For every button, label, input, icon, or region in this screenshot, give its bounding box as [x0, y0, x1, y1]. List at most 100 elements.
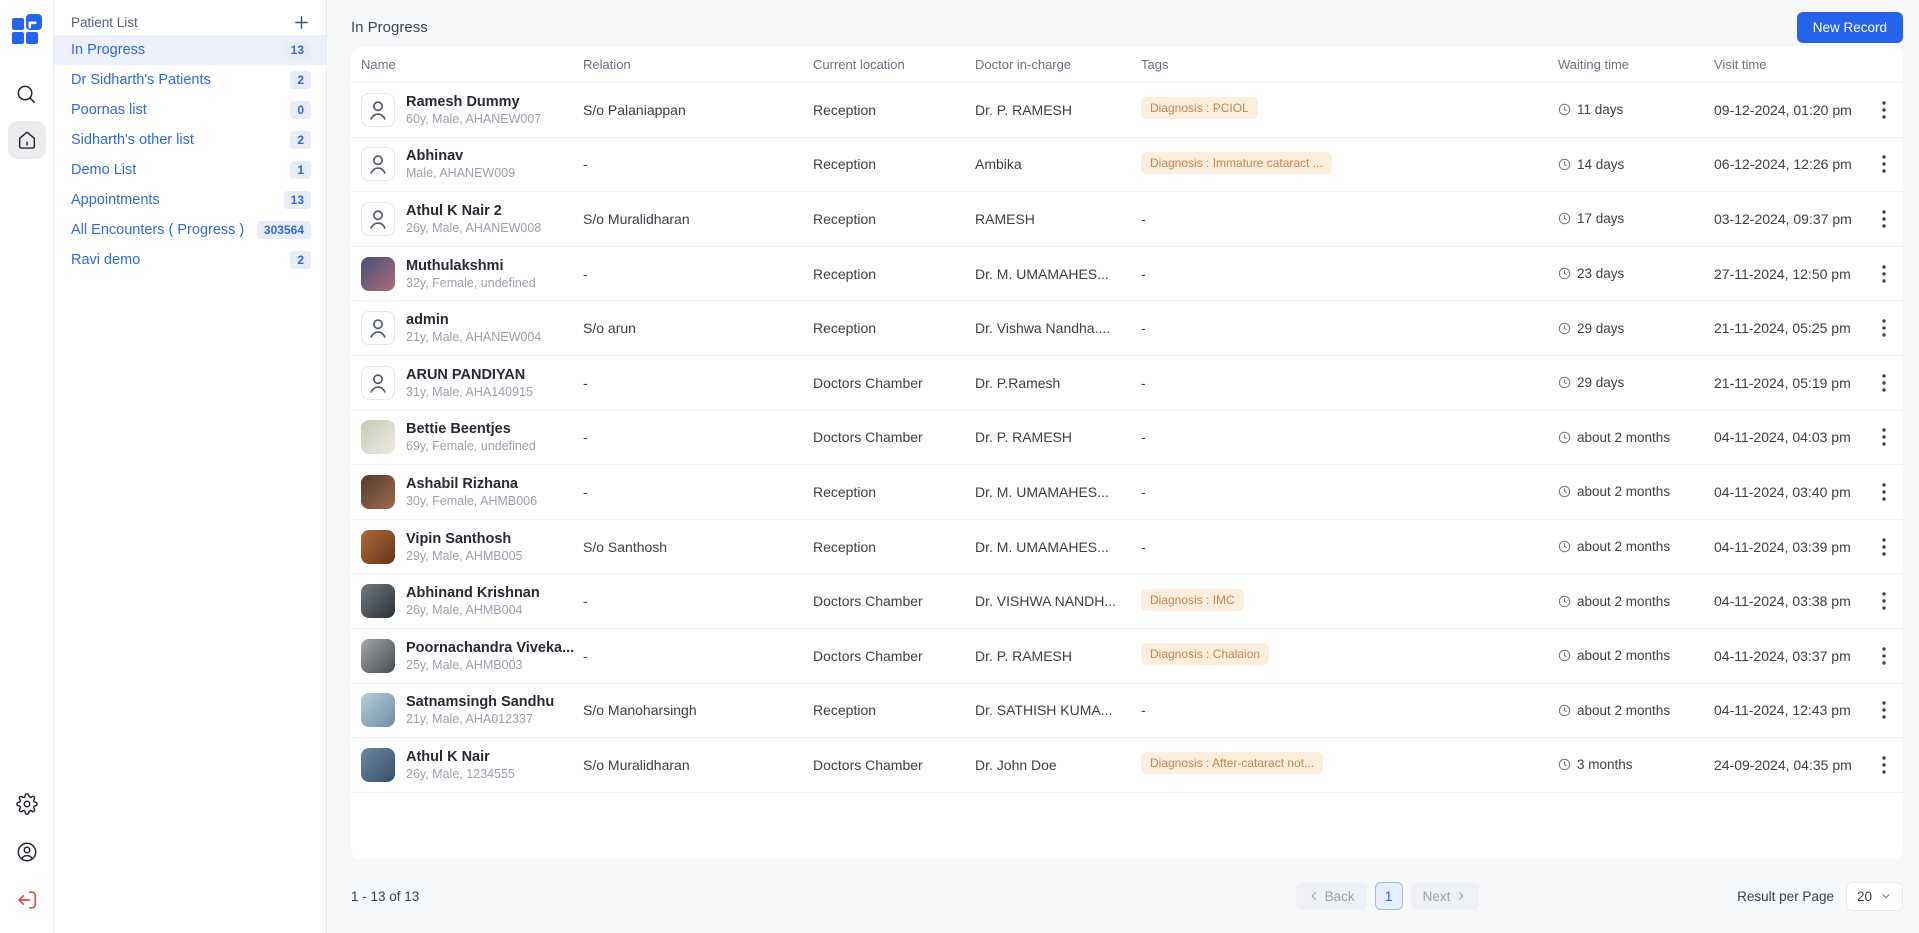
- row-menu-kebab-icon[interactable]: [1875, 697, 1893, 723]
- search-icon[interactable]: [8, 75, 46, 113]
- doctor-cell: Dr. P.Ramesh: [975, 375, 1141, 391]
- row-menu-kebab-icon[interactable]: [1875, 97, 1893, 123]
- relation-cell: -: [583, 429, 813, 445]
- patient-avatar: [361, 639, 395, 673]
- patient-row[interactable]: ARUN PANDIYAN 31y, Male, AHA140915 - Doc…: [351, 356, 1903, 411]
- patient-row[interactable]: Athul K Nair 26y, Male, 1234555 S/o Mura…: [351, 738, 1903, 793]
- relation-cell: -: [583, 484, 813, 500]
- patient-avatar: [361, 693, 395, 727]
- profile-icon[interactable]: [8, 833, 46, 871]
- visit-time-cell: 21-11-2024, 05:19 pm: [1714, 375, 1866, 391]
- row-menu-kebab-icon[interactable]: [1875, 151, 1893, 177]
- main-content: In Progress New Record Name Relation Cur…: [327, 0, 1919, 933]
- patient-meta: 21y, Male, AHA012337: [406, 712, 554, 726]
- patient-row[interactable]: Satnamsingh Sandhu 21y, Male, AHA012337 …: [351, 684, 1903, 739]
- patient-row[interactable]: Abhinand Krishnan 26y, Male, AHMB004 - D…: [351, 574, 1903, 629]
- patient-meta: 21y, Male, AHANEW004: [406, 330, 541, 344]
- row-menu-kebab-icon[interactable]: [1875, 206, 1893, 232]
- patient-name: Athul K Nair: [406, 749, 515, 765]
- patient-row[interactable]: Poornachandra Viveka... 25y, Male, AHMB0…: [351, 629, 1903, 684]
- add-list-button[interactable]: [291, 12, 311, 32]
- visit-time-cell: 06-12-2024, 12:26 pm: [1714, 156, 1866, 172]
- home-button[interactable]: [8, 121, 46, 159]
- waiting-time-cell: 23 days: [1558, 266, 1714, 281]
- relation-cell: -: [583, 593, 813, 609]
- clock-icon: [1558, 540, 1571, 553]
- waiting-time-cell: 29 days: [1558, 375, 1714, 390]
- column-header-relation: Relation: [583, 57, 813, 72]
- clock-icon: [1558, 485, 1571, 498]
- patient-table-card: Name Relation Current location Doctor in…: [351, 47, 1903, 859]
- patient-row[interactable]: Vipin Santhosh 29y, Male, AHMB005 S/o Sa…: [351, 520, 1903, 575]
- doctor-cell: RAMESH: [975, 211, 1141, 227]
- waiting-time-cell: about 2 months: [1558, 648, 1714, 663]
- patient-name: Abhinand Krishnan: [406, 585, 540, 601]
- sidebar-list-item[interactable]: In Progress 13: [54, 35, 326, 65]
- page-number-button[interactable]: 1: [1375, 882, 1403, 910]
- patient-row[interactable]: Ramesh Dummy 60y, Male, AHANEW007 S/o Pa…: [351, 83, 1903, 138]
- row-menu-kebab-icon[interactable]: [1875, 643, 1893, 669]
- doctor-cell: Dr. Vishwa Nandha....: [975, 320, 1141, 336]
- waiting-time-cell: 29 days: [1558, 321, 1714, 336]
- row-menu-kebab-icon[interactable]: [1875, 752, 1893, 778]
- patient-meta: 25y, Male, AHMB003: [406, 658, 574, 672]
- patient-name: Satnamsingh Sandhu: [406, 694, 554, 710]
- sidebar-list-item[interactable]: Demo List 1: [54, 155, 326, 185]
- relation-cell: S/o Muralidharan: [583, 757, 813, 773]
- tags-cell: -: [1141, 539, 1558, 555]
- next-button[interactable]: Next: [1411, 883, 1480, 910]
- sidebar-item-count-badge: 13: [284, 191, 311, 209]
- sidebar-item-count-badge: 2: [290, 71, 311, 89]
- sidebar-list-item[interactable]: All Encounters ( Progress ) 303564: [54, 215, 326, 245]
- tags-cell: -: [1141, 429, 1558, 445]
- clock-icon: [1558, 212, 1571, 225]
- patient-row[interactable]: Abhinav Male, AHANEW009 - Reception Ambi…: [351, 138, 1903, 193]
- patient-meta: Male, AHANEW009: [406, 166, 515, 180]
- sidebar-list-item[interactable]: Poornas list 0: [54, 95, 326, 125]
- patient-meta: 26y, Male, 1234555: [406, 767, 515, 781]
- sidebar-list-item[interactable]: Appointments 13: [54, 185, 326, 215]
- doctor-cell: Dr. M. UMAMAHES...: [975, 266, 1141, 282]
- visit-time-cell: 04-11-2024, 12:43 pm: [1714, 702, 1866, 718]
- location-cell: Reception: [813, 320, 975, 336]
- tags-cell: -: [1141, 320, 1558, 336]
- row-menu-kebab-icon[interactable]: [1875, 479, 1893, 505]
- tags-cell: Diagnosis : Immature cataract ...: [1141, 152, 1558, 177]
- back-button[interactable]: Back: [1296, 883, 1367, 910]
- doctor-cell: Dr. John Doe: [975, 757, 1141, 773]
- logout-icon[interactable]: [8, 881, 46, 919]
- patient-avatar: [361, 530, 395, 564]
- tags-cell: -: [1141, 266, 1558, 282]
- row-menu-kebab-icon[interactable]: [1875, 315, 1893, 341]
- patient-row[interactable]: Muthulakshmi 32y, Female, undefined - Re…: [351, 247, 1903, 302]
- location-cell: Doctors Chamber: [813, 757, 975, 773]
- row-menu-kebab-icon[interactable]: [1875, 588, 1893, 614]
- clock-icon: [1558, 758, 1571, 771]
- doctor-cell: Ambika: [975, 156, 1141, 172]
- row-menu-kebab-icon[interactable]: [1875, 534, 1893, 560]
- sidebar-list-item[interactable]: Dr Sidharth's Patients 2: [54, 65, 326, 95]
- tags-cell: Diagnosis : PCIOL: [1141, 97, 1558, 122]
- row-menu-kebab-icon[interactable]: [1875, 261, 1893, 287]
- relation-cell: S/o Muralidharan: [583, 211, 813, 227]
- relation-cell: S/o Santhosh: [583, 539, 813, 555]
- row-menu-kebab-icon[interactable]: [1875, 370, 1893, 396]
- patient-row[interactable]: Ashabil Rizhana 30y, Female, AHMB006 - R…: [351, 465, 1903, 520]
- patient-row[interactable]: Bettie Beentjes 69y, Female, undefined -…: [351, 411, 1903, 466]
- patient-row[interactable]: admin 21y, Male, AHANEW004 S/o arun Rece…: [351, 301, 1903, 356]
- location-cell: Reception: [813, 211, 975, 227]
- patient-meta: 29y, Male, AHMB005: [406, 549, 523, 563]
- waiting-time-cell: about 2 months: [1558, 703, 1714, 718]
- per-page-select[interactable]: 20: [1846, 882, 1903, 911]
- new-record-button[interactable]: New Record: [1797, 12, 1903, 43]
- row-menu-kebab-icon[interactable]: [1875, 424, 1893, 450]
- tags-cell: -: [1141, 484, 1558, 500]
- waiting-time-cell: 3 months: [1558, 757, 1714, 772]
- waiting-time-cell: 17 days: [1558, 211, 1714, 226]
- sidebar-list-item[interactable]: Ravi demo 2: [54, 245, 326, 275]
- sidebar-list-item[interactable]: Sidharth's other list 2: [54, 125, 326, 155]
- sidebar-item-count-badge: 1: [290, 161, 311, 179]
- patient-row[interactable]: Athul K Nair 2 26y, Male, AHANEW008 S/o …: [351, 192, 1903, 247]
- person-icon: [362, 366, 394, 400]
- settings-gear-icon[interactable]: [8, 785, 46, 823]
